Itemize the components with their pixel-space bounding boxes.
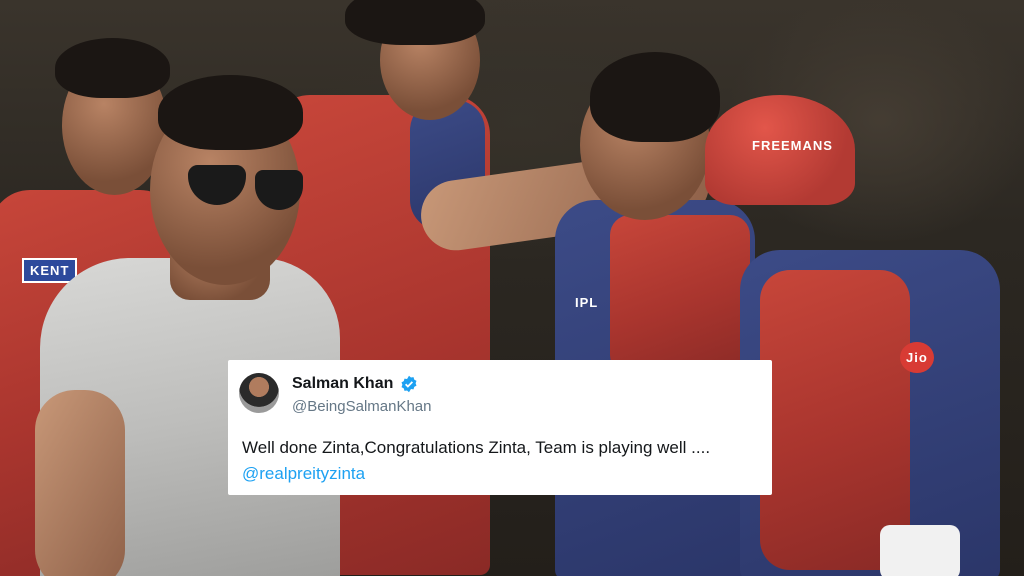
tweet-author-handle[interactable]: @BeingSalmanKhan	[292, 398, 431, 415]
player-mid-hair	[590, 52, 720, 142]
player-mid-panel	[610, 215, 750, 375]
player-left-hair	[55, 38, 170, 98]
kent-logo: KENT	[22, 258, 78, 283]
keeper-glove	[880, 525, 960, 576]
verified-badge-icon	[401, 375, 417, 393]
tweet-text: Well done Zinta,Congratulations Zinta, T…	[242, 438, 711, 457]
tweet-mention-link[interactable]: @realpreityzinta	[242, 464, 365, 484]
freemans-logo: FREEMANS	[752, 138, 833, 153]
avatar[interactable]	[239, 373, 279, 413]
player-center-turban	[345, 0, 485, 45]
tweet-card[interactable]: Salman Khan @BeingSalmanKhan Well done Z…	[228, 360, 772, 495]
salman-hair	[158, 75, 303, 150]
ipl-logo-mid: IPL	[575, 295, 599, 310]
tweet-author-name[interactable]: Salman Khan	[292, 375, 393, 393]
salman-left-arm	[35, 390, 125, 576]
jio-logo: Jio	[900, 342, 934, 373]
